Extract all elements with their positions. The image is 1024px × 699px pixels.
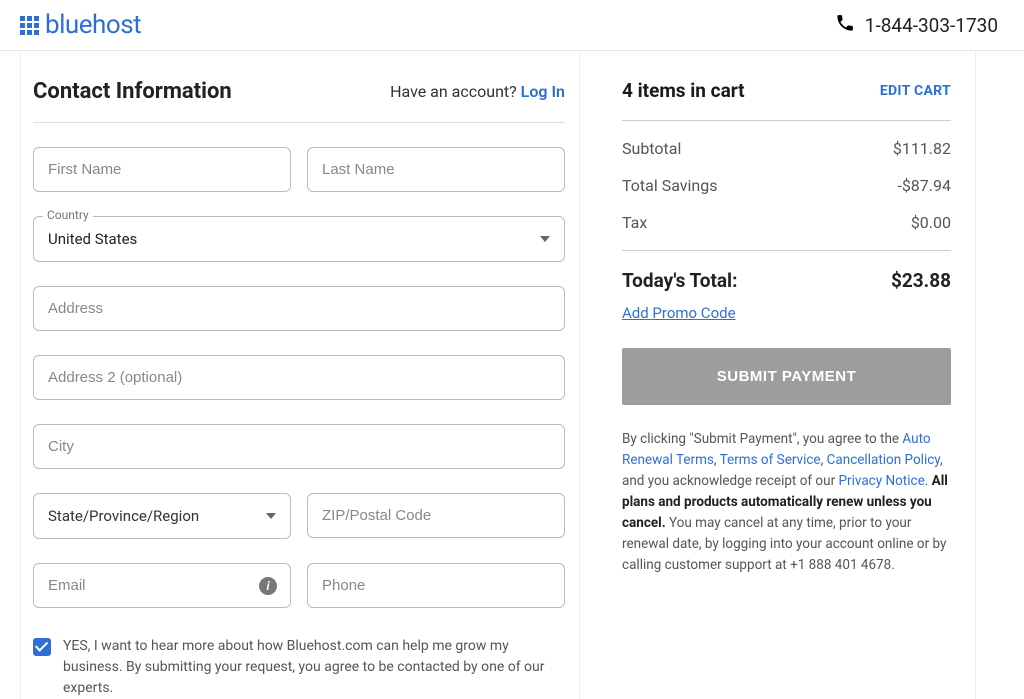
- email-input[interactable]: [33, 563, 291, 608]
- cancellation-link[interactable]: Cancellation Policy: [827, 452, 940, 468]
- privacy-link[interactable]: Privacy Notice: [839, 473, 925, 489]
- address2-input[interactable]: [33, 355, 565, 400]
- city-input[interactable]: [33, 424, 565, 469]
- login-link[interactable]: Log In: [521, 82, 565, 101]
- tax-line: Tax $0.00: [622, 213, 951, 232]
- account-prompt: Have an account? Log In: [390, 82, 565, 101]
- submit-payment-button[interactable]: SUBMIT PAYMENT: [622, 348, 951, 405]
- contact-title: Contact Information: [33, 79, 232, 104]
- region-placeholder: State/Province/Region: [48, 507, 199, 525]
- brand-name: bluehost: [45, 10, 141, 40]
- tos-link[interactable]: Terms of Service: [720, 452, 821, 468]
- support-phone[interactable]: 1-844-303-1730: [835, 13, 998, 38]
- cart-heading: 4 items in cart: [622, 79, 745, 102]
- chevron-down-icon: [540, 236, 550, 242]
- header: bluehost 1-844-303-1730: [0, 0, 1024, 50]
- info-icon[interactable]: i: [259, 577, 277, 595]
- phone-input[interactable]: [307, 563, 565, 608]
- last-name-input[interactable]: [307, 147, 565, 192]
- logo-grid-icon: [20, 16, 39, 35]
- country-value: United States: [48, 230, 137, 248]
- chevron-down-icon: [266, 513, 276, 519]
- zip-input[interactable]: [307, 493, 565, 538]
- main-content: Contact Information Have an account? Log…: [0, 50, 1024, 699]
- add-promo-link[interactable]: Add Promo Code: [622, 304, 736, 322]
- edit-cart-link[interactable]: EDIT CART: [880, 83, 951, 99]
- savings-line: Total Savings -$87.94: [622, 176, 951, 195]
- total-line: Today's Total: $23.88: [622, 269, 951, 292]
- subtotal-line: Subtotal $111.82: [622, 139, 951, 158]
- country-label: Country: [43, 208, 93, 222]
- legal-text: By clicking "Submit Payment", you agree …: [622, 429, 951, 575]
- phone-number: 1-844-303-1730: [865, 14, 998, 37]
- phone-icon: [835, 13, 855, 38]
- cart-summary-panel: 4 items in cart EDIT CART Subtotal $111.…: [616, 51, 976, 699]
- section-heading: Contact Information Have an account? Log…: [33, 79, 565, 123]
- contact-form-panel: Contact Information Have an account? Log…: [20, 51, 580, 699]
- region-select[interactable]: State/Province/Region: [33, 493, 291, 539]
- first-name-input[interactable]: [33, 147, 291, 192]
- consent-checkbox[interactable]: [33, 638, 51, 656]
- brand-logo[interactable]: bluehost: [20, 10, 141, 40]
- country-select[interactable]: United States: [33, 216, 565, 262]
- address-input[interactable]: [33, 286, 565, 331]
